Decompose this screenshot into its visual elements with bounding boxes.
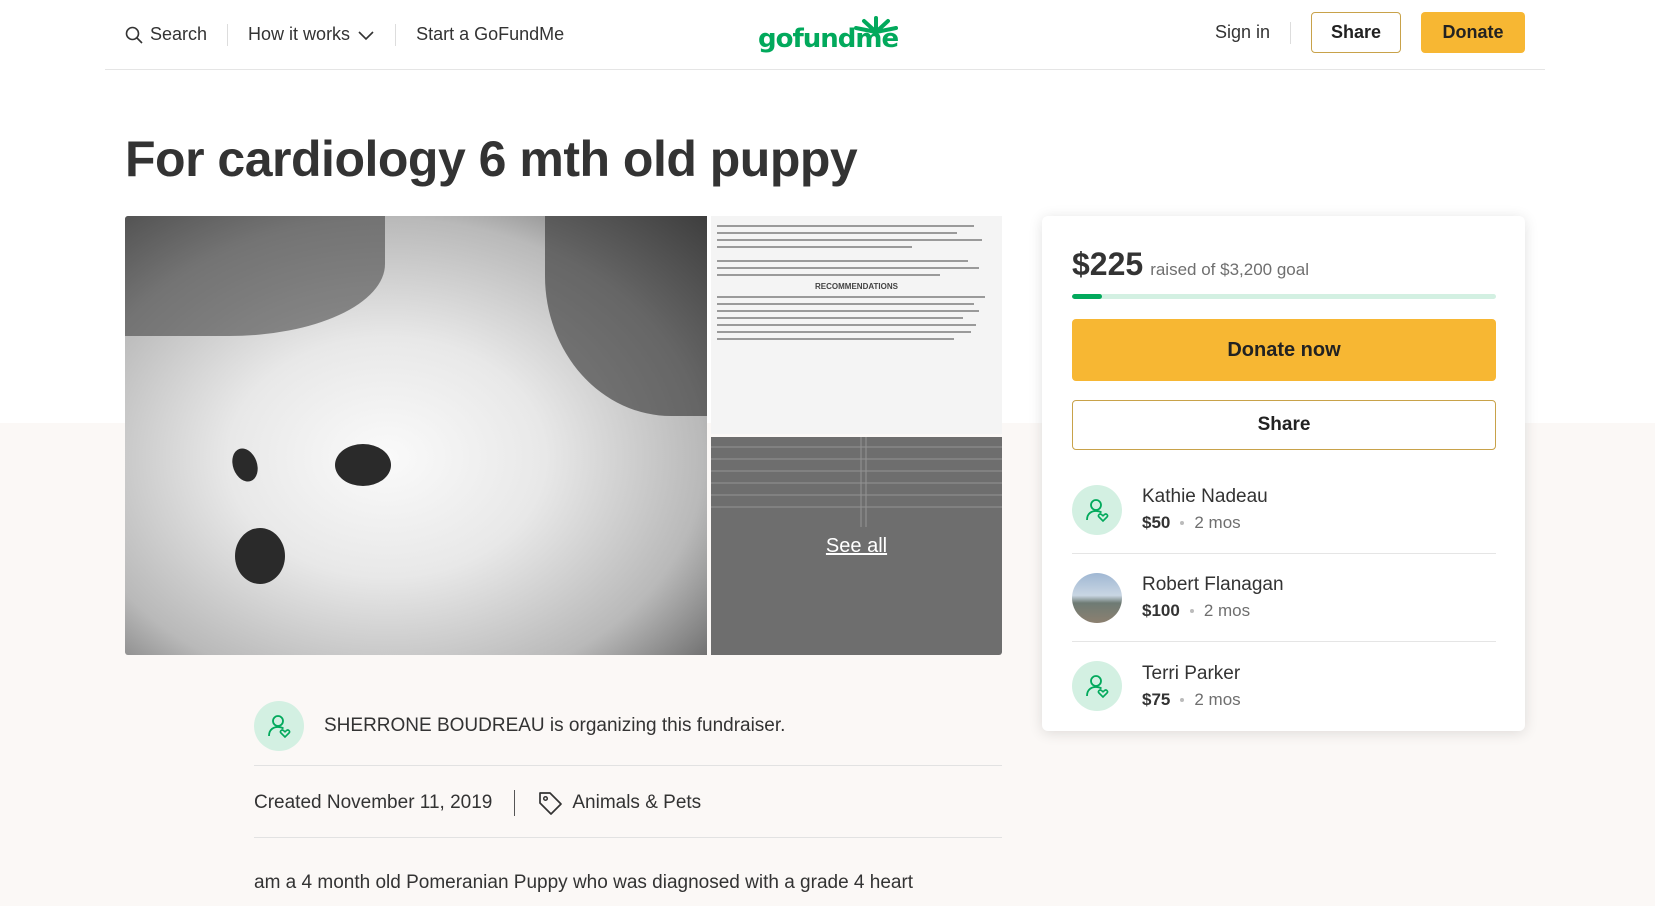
donor-amount: $100 — [1142, 601, 1180, 620]
donor-avatar — [1072, 484, 1122, 535]
organizer-avatar — [254, 700, 304, 751]
nav-right: Sign in Share Donate — [1215, 12, 1525, 53]
category-label: Animals & Pets — [572, 791, 702, 813]
meta-divider — [514, 789, 516, 816]
user-heart-icon — [268, 714, 291, 738]
document-text-line — [717, 317, 963, 319]
share-button[interactable]: Share — [1072, 400, 1496, 450]
document-text-line — [717, 246, 913, 248]
document-heading: RECOMMENDATIONS — [815, 282, 898, 291]
donor-time: 2 mos — [1203, 601, 1251, 620]
nav-divider — [395, 23, 397, 46]
document-text-line — [717, 260, 969, 262]
separator-dot — [1180, 697, 1185, 702]
story-text: am a 4 month old Pomeranian Puppy who wa… — [254, 872, 914, 893]
raised-summary: $225 raised of $3,200 goal — [1072, 246, 1309, 283]
header-donate-button[interactable]: Donate — [1421, 12, 1525, 53]
donor-info: Kathie Nadeau $50 2 mos — [1142, 486, 1268, 533]
start-gofundme-label: Start a GoFundMe — [416, 24, 565, 44]
nav-left: Search How it works Start a GoFundMe — [125, 23, 564, 46]
photo-detail — [235, 528, 285, 584]
document-text-line — [717, 296, 985, 298]
search-link[interactable]: Search — [125, 24, 207, 45]
goal-text: raised of $3,200 goal — [1150, 260, 1309, 279]
donor-time: 2 mos — [1194, 689, 1241, 709]
donation-card: $225 raised of $3,200 goal Donate now Sh… — [1042, 216, 1525, 731]
donate-now-button[interactable]: Donate now — [1072, 319, 1496, 381]
donor-amount: $75 — [1142, 689, 1171, 709]
donor-avatar — [1072, 661, 1122, 711]
document-text-line — [717, 331, 971, 333]
document-text-line — [717, 338, 955, 340]
campaign-title: For cardiology 6 mth old puppy — [125, 131, 858, 187]
created-date: Created November 11, 2019 — [254, 791, 493, 813]
gofundme-logo[interactable]: gofundme — [758, 14, 908, 54]
donation-item: Terri Parker $75 2 mos — [1072, 642, 1496, 730]
document-thumbnail — [711, 437, 1002, 527]
donor-name: Robert Flanagan — [1142, 574, 1284, 595]
how-it-works-label: How it works — [248, 24, 351, 44]
nav-divider — [227, 23, 229, 46]
see-all-photos-tile[interactable]: See all — [711, 437, 1002, 655]
document-text-line — [717, 324, 977, 326]
document-text-line — [717, 303, 974, 305]
progress-bar — [1072, 294, 1496, 299]
progress-bar-fill — [1072, 294, 1102, 299]
photo-detail — [545, 216, 707, 416]
campaign-main-photo[interactable] — [125, 216, 707, 655]
header-share-button[interactable]: Share — [1311, 12, 1401, 53]
donor-name: Terri Parker — [1142, 662, 1241, 684]
donor-avatar — [1072, 572, 1122, 623]
document-text-line — [717, 225, 974, 227]
photo-detail — [125, 216, 385, 336]
campaign-meta-row: Created November 11, 2019 Animals & Pets — [254, 768, 1002, 838]
donor-amount: $50 — [1142, 513, 1171, 532]
donation-item: Robert Flanagan $100 2 mos — [1072, 554, 1496, 642]
logo-text: gofundme — [758, 24, 899, 54]
raised-amount: $225 — [1072, 246, 1144, 282]
organizer-text: SHERRONE BOUDREAU is organizing this fun… — [324, 714, 786, 736]
donor-details: $100 2 mos — [1142, 601, 1284, 621]
sign-in-link[interactable]: Sign in — [1215, 22, 1270, 43]
how-it-works-menu[interactable]: How it works — [248, 24, 375, 45]
donor-details: $50 2 mos — [1142, 513, 1268, 533]
tag-icon — [539, 791, 563, 815]
user-heart-icon — [1086, 675, 1109, 699]
search-icon — [125, 26, 143, 44]
organizer-row: SHERRONE BOUDREAU is organizing this fun… — [254, 686, 1002, 766]
donation-item: Kathie Nadeau $50 2 mos — [1072, 466, 1496, 554]
site-header: Search How it works Start a GoFundMe gof… — [105, 0, 1545, 70]
document-text-line — [717, 239, 983, 241]
search-label: Search — [150, 24, 208, 44]
separator-dot — [1180, 521, 1185, 525]
user-heart-icon — [1086, 498, 1109, 522]
photo-detail — [227, 444, 263, 486]
document-text-line — [717, 232, 957, 234]
category-link[interactable]: Animals & Pets — [537, 790, 701, 816]
donor-info: Terri Parker $75 2 mos — [1142, 663, 1241, 710]
donor-info: Robert Flanagan $100 2 mos — [1142, 574, 1284, 621]
donor-details: $75 2 mos — [1142, 690, 1241, 710]
campaign-document-photo[interactable]: RECOMMENDATIONS — [711, 216, 1002, 434]
donor-time: 2 mos — [1194, 513, 1241, 532]
donor-name: Kathie Nadeau — [1142, 486, 1268, 507]
nav-divider — [1290, 21, 1291, 44]
document-text-line — [717, 274, 941, 276]
chevron-down-icon — [358, 30, 374, 40]
photo-detail — [335, 444, 391, 486]
document-text-line — [717, 267, 980, 269]
document-text-line — [717, 310, 980, 312]
separator-dot — [1189, 609, 1194, 613]
start-gofundme-link[interactable]: Start a GoFundMe — [416, 24, 564, 45]
see-all-link[interactable]: See all — [711, 535, 1002, 558]
